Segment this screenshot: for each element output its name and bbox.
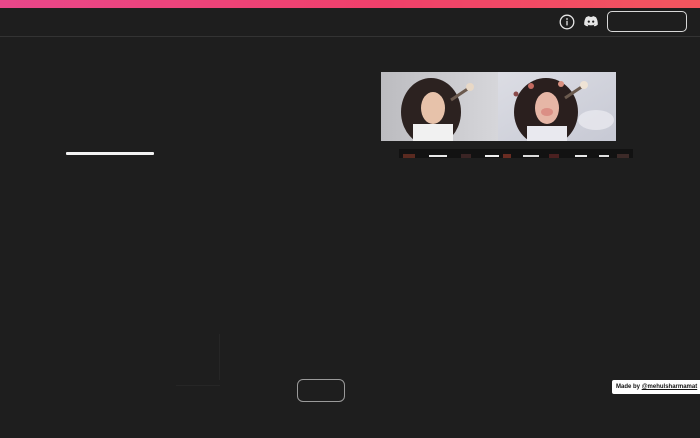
hero-before-after-image bbox=[381, 72, 616, 141]
made-by-badge: Made by @mehulsharmamat bbox=[612, 380, 700, 394]
center-action-button[interactable] bbox=[297, 379, 345, 402]
author-link[interactable]: @mehulsharmamat bbox=[642, 384, 698, 390]
header-action-button[interactable] bbox=[607, 11, 687, 32]
progress-indicator bbox=[66, 152, 154, 155]
info-icon[interactable] bbox=[559, 14, 575, 30]
divider bbox=[176, 385, 220, 386]
navbar bbox=[0, 8, 700, 37]
made-by-label: Made by bbox=[616, 384, 642, 390]
top-accent-bar bbox=[0, 0, 700, 8]
discord-icon[interactable] bbox=[583, 15, 599, 29]
thumbnail-strip bbox=[399, 149, 633, 158]
divider bbox=[219, 334, 220, 380]
